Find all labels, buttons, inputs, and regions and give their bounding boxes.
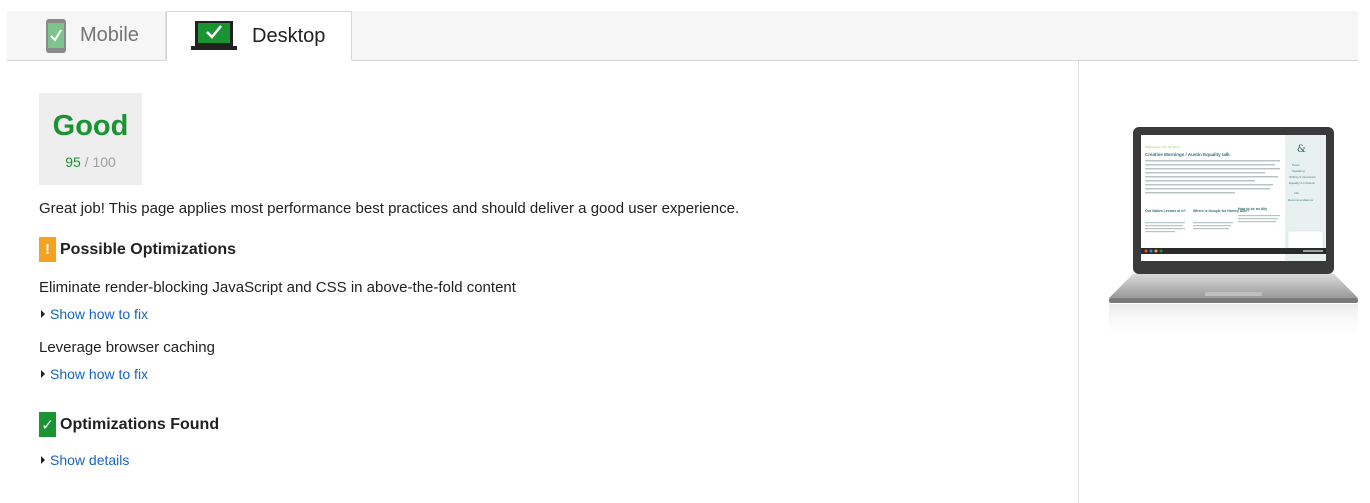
laptop-preview: & Posts Speaking Writing & Interviews Eq… (1109, 127, 1358, 340)
preview-headline: Creative Mornings / Austin Equality talk (1145, 152, 1230, 157)
preview-col1-title: Our Native Lecture at it? (1145, 209, 1186, 213)
tab-mobile[interactable]: Mobile (7, 11, 166, 60)
score-number: 95 (65, 154, 81, 170)
preview-nav-item: Equality & Inclusion (1289, 181, 1316, 185)
expand-triangle-icon (41, 370, 45, 378)
preview-nav-item: Speaking (1292, 169, 1305, 173)
device-tab-bar: Mobile Desktop (7, 11, 1358, 61)
preview-nav-item: Posts (1292, 163, 1300, 167)
summary-text: Great job! This page applies most perfor… (39, 200, 740, 217)
score-max: 100 (92, 154, 116, 170)
tab-mobile-label: Mobile (80, 24, 139, 46)
show-details-label[interactable]: Show details (50, 452, 129, 468)
desktop-check-icon (191, 21, 237, 50)
optimizations-found-title: Optimizations Found (60, 415, 220, 433)
preview-nav-item: Info (1294, 191, 1299, 195)
possible-optimizations-title: Possible Optimizations (60, 240, 237, 258)
checkmark-icon: ✓ (39, 412, 56, 437)
score-box: Good 95 / 100 (39, 93, 142, 185)
tab-desktop[interactable]: Desktop (166, 11, 352, 61)
expand-triangle-icon (41, 310, 45, 318)
svg-text:&: & (1297, 144, 1306, 155)
tab-desktop-label: Desktop (252, 24, 326, 47)
results-panel: Good 95 / 100 Great job! This page appli… (39, 93, 1039, 468)
rule-title: Leverage browser caching (39, 339, 215, 356)
show-how-to-fix-label[interactable]: Show how to fix (50, 306, 148, 322)
show-how-to-fix-label[interactable]: Show how to fix (50, 366, 148, 382)
show-details-link[interactable]: Show details (39, 452, 1039, 468)
panel-divider (1078, 61, 1079, 503)
show-how-to-fix-link[interactable]: Show how to fix (39, 366, 1039, 382)
optimizations-found-header: ✓ Optimizations Found (39, 412, 1039, 437)
preview-header-line: Wednesday, 4th Jul, 2014 (1145, 145, 1180, 149)
warning-icon: ! (39, 237, 56, 262)
possible-optimizations-header: ! Possible Optimizations (39, 237, 1039, 262)
mobile-check-icon (46, 18, 66, 53)
preview-col3-title: How to be an Ally (1238, 207, 1267, 211)
score-separator: / (84, 154, 89, 170)
preview-nav-item: Recommendations (1288, 198, 1314, 202)
preview-nav-item: Writing & Interviews (1289, 175, 1316, 179)
show-how-to-fix-link[interactable]: Show how to fix (39, 306, 1039, 322)
score-value: 95 / 100 (39, 154, 142, 170)
score-label: Good (52, 110, 129, 142)
rule-title: Eliminate render-blocking JavaScript and… (39, 279, 516, 296)
expand-triangle-icon (41, 456, 45, 464)
